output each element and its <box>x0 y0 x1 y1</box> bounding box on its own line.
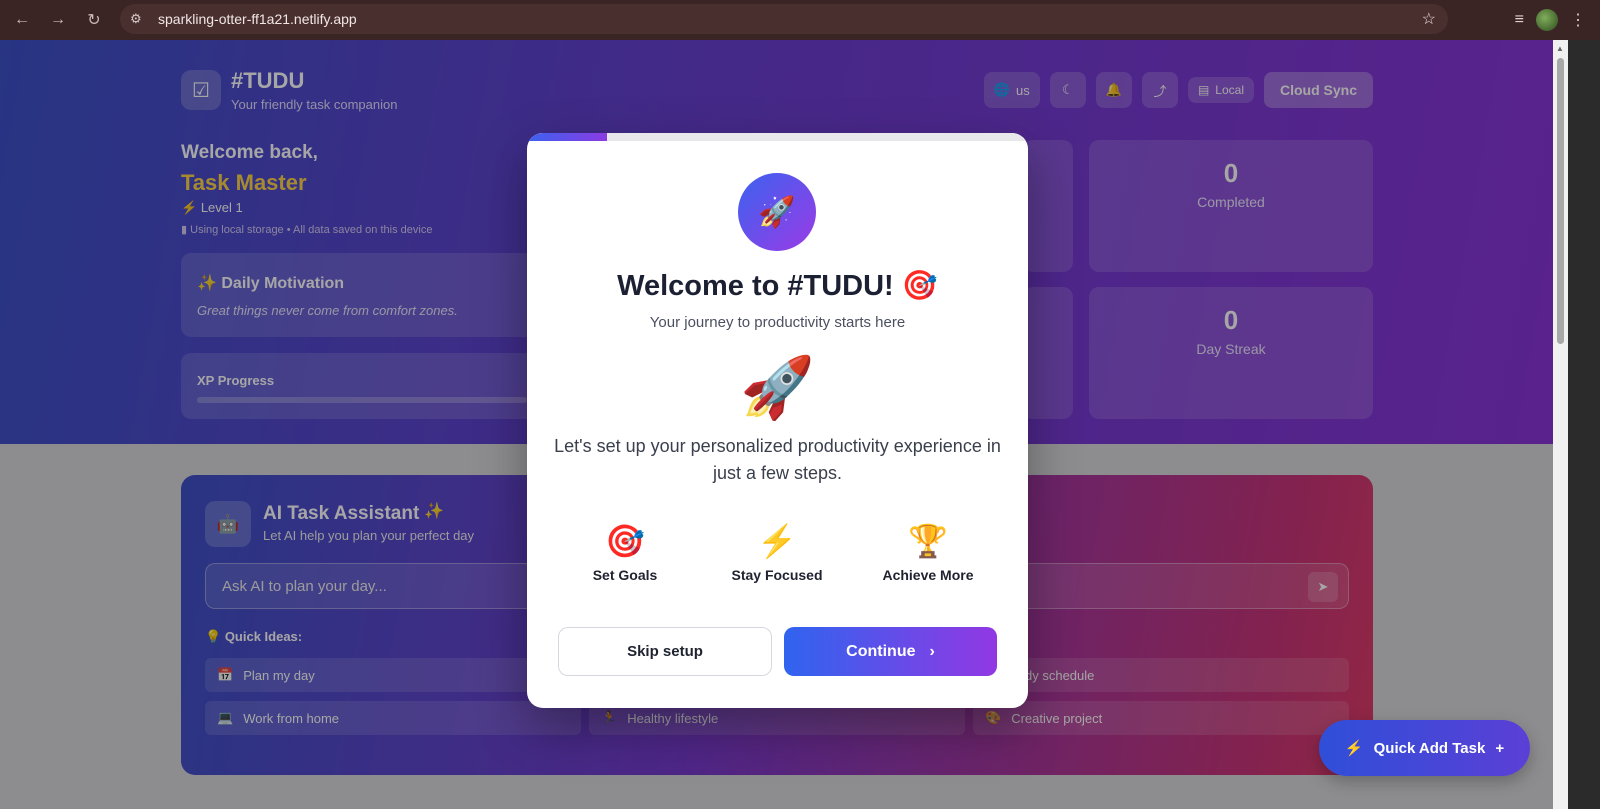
lightning-icon: ⚡ <box>757 523 797 559</box>
url-text: sparkling-otter-ff1a21.netlify.app <box>158 11 357 27</box>
feature-stay-focused: ⚡ Stay Focused <box>707 521 847 583</box>
chevron-right-icon: › <box>929 642 935 660</box>
browser-menu-icon[interactable]: ⋮ <box>1570 10 1586 30</box>
onboarding-progress-track <box>527 133 1028 141</box>
trophy-icon: 🏆 <box>908 523 948 559</box>
plus-icon: + <box>1495 739 1505 757</box>
site-info-icon[interactable]: ⚙ <box>130 11 150 27</box>
feature-achieve-more: 🏆 Achieve More <box>858 521 998 583</box>
scroll-up-icon[interactable]: ▲ <box>1556 44 1564 53</box>
rocket-badge-icon: 🚀 <box>738 173 816 251</box>
continue-label: Continue <box>846 642 916 660</box>
address-bar[interactable]: ⚙ sparkling-otter-ff1a21.netlify.app ☆ <box>120 4 1448 34</box>
feature-set-goals: 🎯 Set Goals <box>555 521 695 583</box>
page-scrollbar[interactable]: ▲ <box>1553 40 1568 809</box>
browser-toolbar: ← → ↻ ⚙ sparkling-otter-ff1a21.netlify.a… <box>0 0 1600 40</box>
forward-icon[interactable]: → <box>40 2 76 38</box>
onboarding-modal: 🚀 Welcome to #TUDU! 🎯 Your journey to pr… <box>527 133 1028 708</box>
lightning-icon: ⚡ <box>1344 740 1364 757</box>
rocket-icon: 🚀 <box>740 354 815 421</box>
profile-avatar[interactable] <box>1536 9 1558 31</box>
feature-label: Stay Focused <box>731 567 823 583</box>
back-icon[interactable]: ← <box>4 2 40 38</box>
onboarding-progress-fill <box>527 133 608 141</box>
target-icon: 🎯 <box>605 523 645 559</box>
modal-subtitle: Your journey to productivity starts here <box>649 314 906 331</box>
reload-icon[interactable]: ↻ <box>76 2 112 38</box>
modal-description: Let's set up your personalized productiv… <box>554 436 1001 483</box>
bookmark-star-icon[interactable]: ☆ <box>1422 9 1436 29</box>
scrollbar-thumb[interactable] <box>1557 58 1564 344</box>
quick-add-task-button[interactable]: ⚡ Quick Add Task + <box>1319 720 1530 776</box>
media-controls-icon[interactable]: ≡ <box>1515 11 1524 29</box>
modal-title: Welcome to #TUDU! 🎯 <box>617 270 938 302</box>
quick-add-label: Quick Add Task <box>1373 739 1486 757</box>
skip-setup-button[interactable]: Skip setup <box>558 627 772 676</box>
continue-button[interactable]: Continue › <box>784 627 997 676</box>
feature-label: Set Goals <box>592 567 658 583</box>
feature-label: Achieve More <box>882 567 974 583</box>
